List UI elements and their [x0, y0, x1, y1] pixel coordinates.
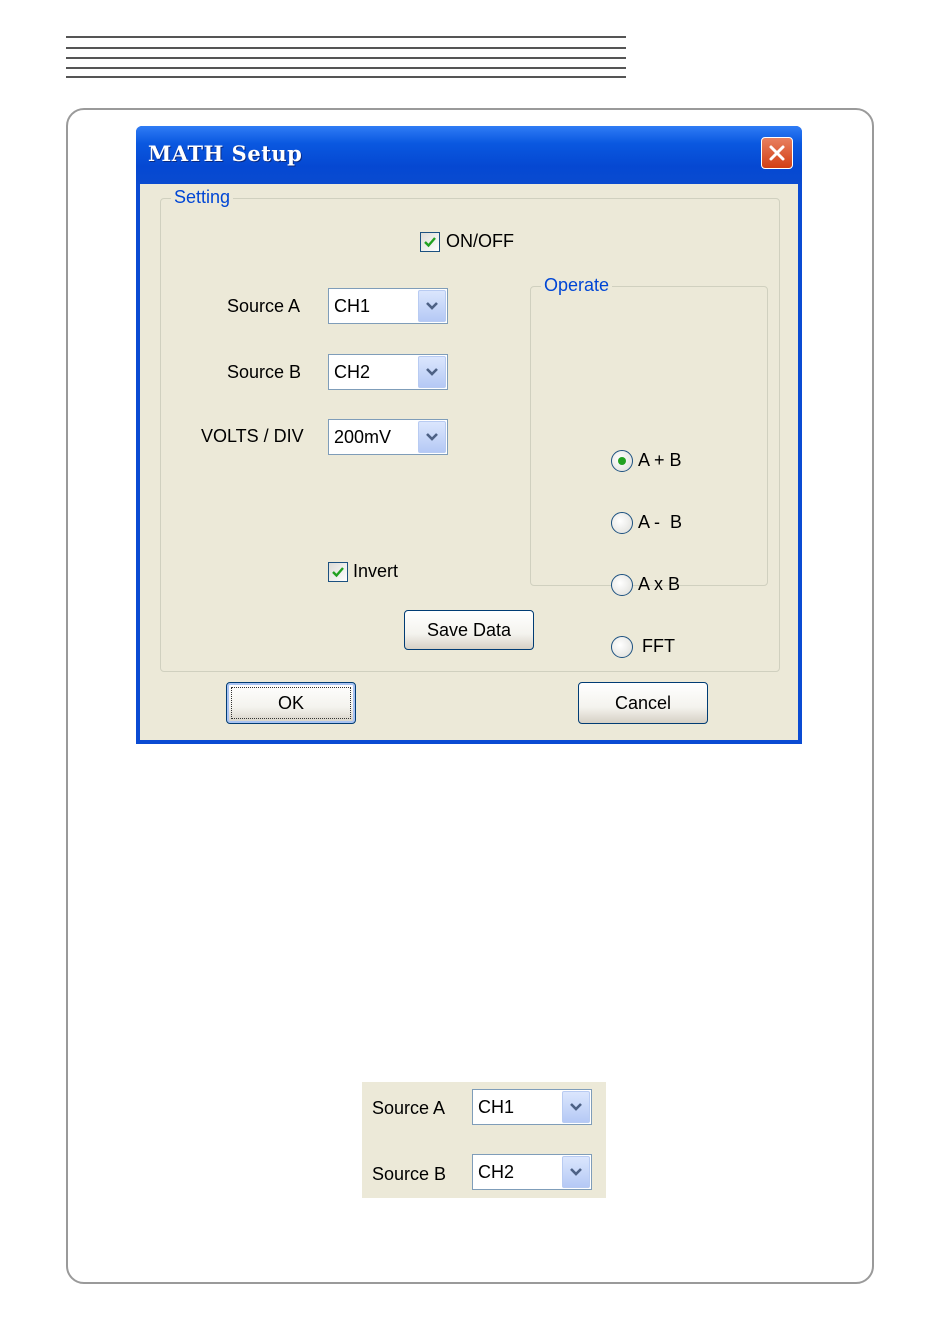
operate-group-label: Operate — [541, 275, 613, 296]
source-a-label: Source A — [227, 296, 301, 316]
volts-div-value: 200mV — [334, 427, 392, 447]
operate-option-a-times-b[interactable] — [611, 574, 633, 596]
operate-option-fft-label: FFT — [642, 636, 675, 656]
close-button[interactable] — [761, 137, 793, 169]
chevron-down-icon — [426, 302, 438, 310]
checkmark-icon — [332, 567, 344, 578]
dropdown-button[interactable] — [562, 1091, 590, 1123]
operate-option-a-plus-b-label: A + B — [638, 450, 682, 470]
operate-option-a-minus-b-label: A - B — [638, 512, 683, 532]
cancel-button[interactable]: Cancel — [578, 682, 708, 724]
radio-selected-dot — [618, 457, 626, 465]
source-b-select[interactable]: CH2 — [328, 354, 448, 390]
dropdown-button[interactable] — [418, 421, 446, 453]
title-bar[interactable]: MATH Setup — [136, 126, 802, 184]
checkmark-icon — [424, 237, 436, 248]
header-rules — [66, 36, 626, 78]
source-a-value: CH1 — [334, 296, 371, 316]
dropdown-button[interactable] — [418, 290, 446, 322]
close-icon — [769, 145, 785, 161]
inset-source-a-value: CH1 — [478, 1097, 515, 1117]
source-b-label: Source B — [227, 362, 302, 382]
on-off-label: ON/OFF — [446, 231, 514, 251]
volts-div-select[interactable]: 200mV — [328, 419, 448, 455]
inset-source-a-label: Source A — [372, 1098, 446, 1118]
operate-group: Operate — [530, 275, 768, 586]
dropdown-button[interactable] — [562, 1156, 590, 1188]
focus-rectangle — [231, 687, 351, 719]
operate-option-a-plus-b[interactable] — [611, 450, 633, 472]
operate-option-fft[interactable] — [611, 636, 633, 658]
dialog-client-area: Setting ON/OFF Source A CH1 Source B CH2 — [140, 184, 798, 740]
volts-div-label: VOLTS / DIV — [201, 426, 304, 446]
save-data-button-label: Save Data — [426, 619, 512, 640]
invert-label: Invert — [353, 561, 399, 581]
source-select-inset: Source A CH1 Source B CH2 — [362, 1082, 606, 1198]
source-b-value: CH2 — [334, 362, 371, 382]
operate-option-a-minus-b[interactable] — [611, 512, 633, 534]
dialog-title: MATH Setup — [148, 141, 303, 166]
math-setup-dialog: MATH Setup Setting ON/OFF Source A CH1 S… — [136, 126, 802, 744]
on-off-checkbox[interactable] — [420, 232, 440, 252]
setting-group-label: Setting — [171, 187, 234, 208]
inset-source-b-select[interactable]: CH2 — [472, 1154, 592, 1190]
chevron-down-icon — [426, 368, 438, 376]
save-data-button[interactable]: Save Data — [404, 610, 534, 650]
chevron-down-icon — [570, 1103, 582, 1111]
chevron-down-icon — [570, 1168, 582, 1176]
inset-source-b-value: CH2 — [478, 1162, 515, 1182]
inset-source-b-label: Source B — [372, 1164, 447, 1184]
source-a-select[interactable]: CH1 — [328, 288, 448, 324]
dropdown-button[interactable] — [418, 356, 446, 388]
cancel-button-label: Cancel — [614, 692, 672, 713]
ok-button[interactable]: OK — [226, 682, 356, 724]
inset-source-a-select[interactable]: CH1 — [472, 1089, 592, 1125]
operate-option-a-times-b-label: A x B — [638, 574, 681, 594]
chevron-down-icon — [426, 433, 438, 441]
invert-checkbox[interactable] — [328, 562, 348, 582]
